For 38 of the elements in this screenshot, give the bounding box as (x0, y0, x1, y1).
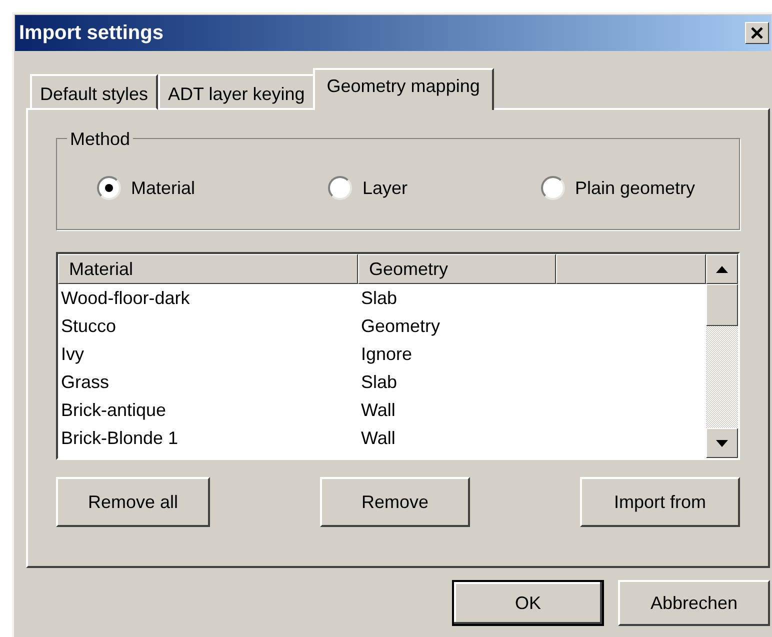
radio-label: Material (131, 176, 196, 200)
scroll-up-button[interactable] (706, 254, 738, 284)
table-cell-text: Wood-floor-dark (60, 287, 191, 310)
column-header[interactable]: Geometry (358, 254, 556, 284)
table-cell-text: Wall (360, 427, 396, 450)
scroll-thumb[interactable] (706, 284, 738, 326)
radio-button[interactable] (97, 176, 121, 200)
list-button[interactable]: Remove (320, 477, 470, 527)
list-button[interactable]: Remove all (56, 477, 210, 527)
tab[interactable]: Default styles (30, 74, 158, 110)
radio-label: Plain geometry (574, 176, 695, 200)
table-cell-text: Stucco (60, 315, 118, 338)
up-arrow-icon (716, 266, 728, 272)
radio-button[interactable] (540, 176, 565, 200)
dialog-button[interactable]: Abbrechen (618, 580, 770, 626)
list-button[interactable]: Import from (580, 477, 740, 527)
table-cell-text: Slab (360, 371, 398, 394)
radio-label: Layer (362, 176, 408, 200)
window-title: Import settings (19, 21, 164, 46)
table-cell-text: Geometry (360, 315, 442, 338)
tab[interactable]: ADT layer keying (158, 74, 315, 110)
down-arrow-icon (716, 440, 728, 446)
close-icon (751, 27, 763, 39)
radio-button[interactable] (328, 176, 352, 200)
table-cell-text: Grass (60, 371, 110, 394)
table-cell-text: Brick-Blonde 1 (60, 427, 180, 450)
table-cell-text: Brick-antique (60, 399, 168, 422)
scrollbar[interactable] (706, 254, 738, 458)
table-cell-text: Slab (360, 287, 398, 310)
table-cell-text: Wall (360, 399, 396, 422)
dialog-button[interactable]: OK (452, 580, 604, 626)
column-header[interactable] (556, 254, 706, 284)
close-button[interactable] (745, 22, 769, 44)
table-cell-text: Ignore (360, 343, 414, 366)
tab[interactable]: Geometry mapping (312, 68, 494, 110)
column-header[interactable]: Material (58, 254, 358, 284)
table-cell-text: Ivy (60, 343, 86, 366)
scroll-down-button[interactable] (706, 428, 738, 458)
